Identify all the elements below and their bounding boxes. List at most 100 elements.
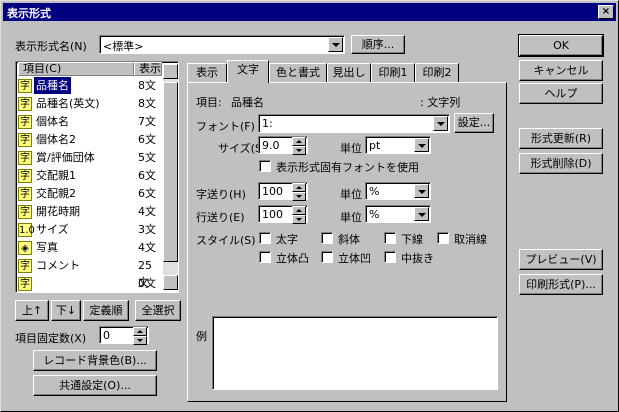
delete-format-button[interactable]: 形式削除(D) bbox=[519, 153, 603, 174]
list-item[interactable]: 字交配親2 6文 bbox=[18, 185, 162, 202]
tab-text[interactable]: 文字 bbox=[227, 60, 269, 83]
help-button[interactable]: ヘルプ bbox=[519, 83, 603, 104]
format-name-combo[interactable]: <標準> bbox=[99, 35, 345, 54]
line-spacing-label: 行送り(E) bbox=[196, 211, 245, 224]
list-item-width: 6文 bbox=[138, 169, 156, 182]
tab-print1[interactable]: 印刷1 bbox=[371, 63, 415, 82]
char-spacing-input[interactable]: 100 bbox=[258, 182, 308, 201]
window-title: 表示形式 bbox=[7, 7, 51, 20]
char-unit-combo[interactable]: % bbox=[365, 182, 431, 200]
update-format-button[interactable]: 形式更新(R) bbox=[519, 128, 603, 149]
line-spacing-spinner[interactable] bbox=[292, 206, 306, 224]
scroll-thumb[interactable] bbox=[163, 82, 178, 262]
list-item-width: 6文 bbox=[138, 187, 156, 200]
chevron-down-icon[interactable] bbox=[328, 37, 343, 52]
size-input[interactable]: 9.0 bbox=[258, 136, 308, 155]
close-button[interactable]: × bbox=[598, 5, 614, 19]
list-item-name: 写真 bbox=[36, 241, 58, 254]
default-order-button[interactable]: 定義順 bbox=[83, 300, 129, 321]
list-header-display[interactable]: 表示 bbox=[134, 62, 162, 76]
use-format-font-checkbox[interactable] bbox=[259, 160, 271, 172]
tab-color-format[interactable]: 色と書式 bbox=[269, 63, 327, 82]
list-item-name: 交配親1 bbox=[36, 169, 76, 182]
format-name-label: 表示形式名(N) bbox=[15, 40, 87, 53]
list-item[interactable]: 字個体名 7文 bbox=[18, 113, 162, 130]
char-spacing-spinner[interactable] bbox=[292, 183, 306, 201]
format-name-value: <標準> bbox=[103, 40, 144, 53]
list-header-item[interactable]: 項目(C) bbox=[18, 62, 134, 76]
outline-checkbox[interactable] bbox=[384, 251, 396, 263]
list-scrollbar[interactable] bbox=[163, 64, 178, 290]
ok-button[interactable]: OK bbox=[518, 34, 604, 57]
font-settings-button[interactable]: 設定... bbox=[454, 113, 494, 133]
italic-label: 斜体 bbox=[338, 233, 360, 246]
common-settings-button[interactable]: 共通設定(O)... bbox=[33, 375, 157, 396]
font-label: フォント(F) bbox=[196, 120, 255, 133]
tab-display[interactable]: 表示 bbox=[187, 63, 227, 82]
list-item-name: 賞/評価団体 bbox=[36, 151, 95, 164]
example-preview bbox=[212, 316, 498, 390]
preview-button[interactable]: プレビュー(V) bbox=[519, 249, 603, 270]
chevron-down-icon[interactable] bbox=[433, 116, 448, 131]
list-item[interactable]: 字品種名(英文) 8文 bbox=[18, 95, 162, 112]
char-spacing-label: 字送り(H) bbox=[196, 188, 246, 201]
list-item-name: 品種名(英文) bbox=[36, 97, 100, 110]
fixed-items-input[interactable]: 0 bbox=[99, 326, 149, 345]
order-button[interactable]: 順序... bbox=[351, 35, 405, 54]
scroll-up-icon[interactable] bbox=[163, 64, 178, 79]
move-up-button[interactable]: 上↑ bbox=[15, 300, 49, 321]
list-item[interactable]: 字開花時期 4文 bbox=[18, 203, 162, 220]
text-type-icon: 字 bbox=[18, 151, 32, 165]
text-type-icon: 字 bbox=[18, 277, 32, 291]
list-item[interactable]: 字コメント 25文 bbox=[18, 257, 162, 289]
strikethrough-checkbox[interactable] bbox=[437, 232, 449, 244]
list-item[interactable]: 字交配親1 6文 bbox=[18, 167, 162, 184]
size-unit-label: 単位 bbox=[340, 142, 362, 155]
size-spinner[interactable] bbox=[292, 137, 306, 155]
font-value: 1: bbox=[262, 117, 273, 130]
line-unit-label: 単位 bbox=[340, 211, 362, 224]
engrave-checkbox[interactable] bbox=[321, 251, 333, 263]
list-item-width: 6文 bbox=[138, 133, 156, 146]
list-item[interactable]: 字品種名 8文 bbox=[18, 77, 162, 94]
list-item-name: 交配親2 bbox=[36, 187, 76, 200]
list-item[interactable]: ◈ 写真 4文 bbox=[18, 239, 162, 256]
cancel-button[interactable]: キャンセル bbox=[519, 60, 603, 81]
chevron-down-icon[interactable] bbox=[414, 184, 429, 198]
list-item-width: 8文 bbox=[138, 79, 156, 92]
list-item-name: 品種名 bbox=[34, 77, 71, 94]
item-label: 項目: bbox=[196, 96, 222, 109]
record-bg-color-button[interactable]: レコード背景色(B)... bbox=[33, 350, 157, 371]
size-unit-combo[interactable]: pt bbox=[365, 136, 431, 154]
list-item[interactable]: 字個体名2 6文 bbox=[18, 131, 162, 148]
tab-print2[interactable]: 印刷2 bbox=[415, 63, 459, 82]
list-item[interactable]: 1.0 サイズ 3文 bbox=[18, 221, 162, 238]
tab-heading[interactable]: 見出し bbox=[327, 63, 371, 82]
fixed-items-spinner[interactable] bbox=[133, 327, 147, 345]
move-down-button[interactable]: 下↓ bbox=[51, 300, 81, 321]
scroll-down-icon[interactable] bbox=[163, 275, 178, 290]
list-item[interactable]: 字賞/評価団体 5文 bbox=[18, 149, 162, 166]
line-spacing-input[interactable]: 100 bbox=[258, 205, 308, 224]
emboss-checkbox[interactable] bbox=[259, 251, 271, 263]
list-item[interactable]: 字 0文 bbox=[18, 275, 162, 292]
bold-checkbox[interactable] bbox=[259, 232, 271, 244]
char-unit-label: 単位 bbox=[340, 188, 362, 201]
chevron-down-icon[interactable] bbox=[414, 138, 429, 152]
italic-checkbox[interactable] bbox=[321, 232, 333, 244]
item-type: : 文字列 bbox=[420, 96, 461, 109]
line-unit-combo[interactable]: % bbox=[365, 205, 431, 223]
text-type-icon: 字 bbox=[18, 187, 32, 201]
list-item-name: コメント bbox=[36, 259, 80, 272]
size-unit-value: pt bbox=[369, 139, 381, 152]
underline-checkbox[interactable] bbox=[384, 232, 396, 244]
print-format-button[interactable]: 印刷形式(P)... bbox=[519, 274, 603, 295]
char-spacing-value: 100 bbox=[262, 185, 283, 198]
list-item-name: サイズ bbox=[36, 223, 69, 236]
item-list[interactable]: 項目(C) 表示 字品種名 8文字品種名(英文) 8文字個体名 7文字個体名2 6文字賞… bbox=[15, 61, 179, 293]
select-all-button[interactable]: 全選択 bbox=[135, 300, 181, 321]
text-type-icon: 字 bbox=[18, 133, 32, 147]
font-combo[interactable]: 1: bbox=[258, 114, 450, 133]
title-bar[interactable]: 表示形式 × bbox=[3, 3, 616, 21]
chevron-down-icon[interactable] bbox=[414, 207, 429, 221]
